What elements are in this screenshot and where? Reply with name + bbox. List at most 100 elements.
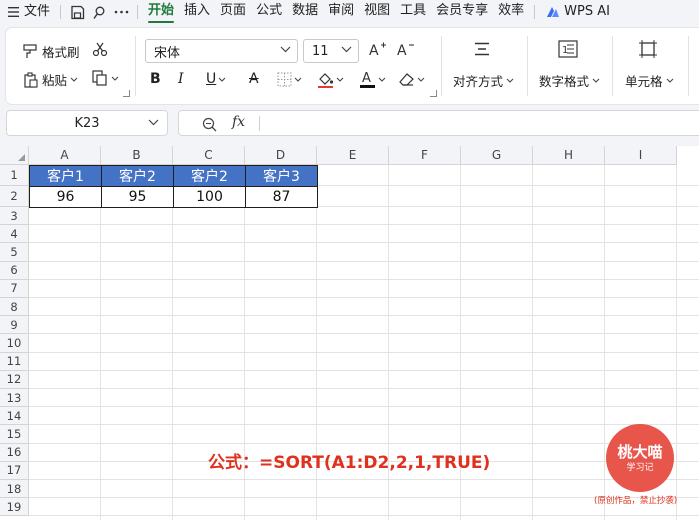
select-all-corner[interactable] [0,146,29,165]
column-header-h[interactable]: H [533,146,605,165]
tab-insert[interactable]: 插入 [179,0,215,24]
cut-button[interactable] [92,42,108,57]
row-header-2[interactable]: 2 [0,186,29,207]
save-icon[interactable] [66,1,88,23]
row-header-14[interactable]: 14 [0,407,29,426]
row-header-1[interactable]: 1 [0,165,29,186]
hamburger-icon [8,7,19,17]
more-icon[interactable] [110,1,132,23]
row-header-8[interactable]: 8 [0,298,29,317]
column-header-c[interactable]: C [173,146,245,165]
file-menu[interactable]: 文件 [0,0,55,24]
column-header-f[interactable]: F [389,146,461,165]
increase-font-icon: A [369,42,386,57]
row-header-4[interactable]: 4 [0,225,29,244]
badge-note: (原创作品，禁止抄袭) [594,496,678,506]
font-size-select[interactable]: 11 [303,39,359,63]
row-header-5[interactable]: 5 [0,243,29,262]
column-header-i[interactable]: I [605,146,677,165]
row-header-17[interactable]: 17 [0,461,29,480]
chevron-down-icon [70,77,78,82]
cells-button[interactable]: 单元格 [625,71,674,90]
insert-function-icon[interactable]: fx [232,114,245,130]
row-header-16[interactable]: 16 [0,443,29,462]
name-box[interactable]: K23 [6,110,168,136]
row-header-7[interactable]: 7 [0,279,29,298]
tab-formulas[interactable]: 公式 [251,0,287,24]
column-header-e[interactable]: E [317,146,389,165]
grid-column-line [172,165,173,520]
font-dialog-launcher[interactable] [430,90,437,97]
row-header-3[interactable]: 3 [0,207,29,226]
decrease-font-button[interactable]: A [397,41,415,57]
row-header-13[interactable]: 13 [0,389,29,408]
underline-button[interactable]: U [206,68,226,90]
column-header-a[interactable]: A [29,146,101,165]
menu-divider [60,5,62,19]
tab-tools[interactable]: 工具 [395,0,431,24]
cell-b2[interactable]: 95 [101,186,174,208]
borders-button[interactable] [277,68,302,90]
increase-font-button[interactable]: A [369,41,387,57]
row-header-19[interactable]: 19 [0,498,29,517]
grid-row-line [29,424,699,426]
grid-row-line [29,406,699,408]
column-header-b[interactable]: B [101,146,173,165]
cell-c1[interactable]: 客户2 [173,165,246,187]
wps-ai-button[interactable]: WPS AI [540,0,615,24]
cells-label: 单元格 [625,74,663,89]
borders-icon [277,72,292,86]
cell-d2[interactable]: 87 [245,186,318,208]
strikethrough-button[interactable]: A [249,68,259,90]
copy-button[interactable] [92,70,119,86]
tab-review[interactable]: 审阅 [323,0,359,24]
cell-c2[interactable]: 100 [173,186,246,208]
paste-button[interactable]: 粘贴 [23,70,78,89]
number-format-label: 数字格式 [539,74,590,89]
row-header-6[interactable]: 6 [0,261,29,280]
clipboard-dialog-launcher[interactable] [123,90,130,97]
number-format-button[interactable]: 数字格式 [539,71,600,90]
cell-b1[interactable]: 客户2 [101,165,174,187]
column-header-g[interactable]: G [461,146,533,165]
column-header-d[interactable]: D [245,146,317,165]
row-header-18[interactable]: 18 [0,480,29,499]
row-header-11[interactable]: 11 [0,352,29,371]
zoom-search-icon[interactable] [202,117,217,132]
italic-icon: I [178,71,184,87]
align-button[interactable]: 对齐方式 [453,71,514,90]
fill-color-button[interactable] [317,68,344,90]
number-format-icon: 1 [558,40,578,58]
chevron-down-icon [218,77,226,82]
font-color-button[interactable]: A [359,68,386,90]
row-header-9[interactable]: 9 [0,316,29,335]
cell-a1[interactable]: 客户1 [29,165,102,187]
formula-divider [259,116,260,131]
align-label: 对齐方式 [453,74,504,89]
tab-home[interactable]: 开始 [143,0,179,24]
formula-input[interactable]: fx [178,110,699,136]
tab-efficiency[interactable]: 效率 [493,0,529,24]
chevron-down-icon [294,77,302,82]
chevron-down-icon [148,119,159,126]
tab-page[interactable]: 页面 [215,0,251,24]
tab-member[interactable]: 会员专享 [431,0,493,24]
tab-data[interactable]: 数据 [287,0,323,24]
ribbon-divider [135,36,136,96]
bold-button[interactable]: B [150,68,161,90]
cell-a2[interactable]: 96 [29,186,102,208]
grid-column-line [604,165,605,520]
format-painter-button[interactable]: 格式刷 [23,42,80,61]
print-preview-icon[interactable] [88,1,110,23]
row-header-15[interactable]: 15 [0,425,29,444]
italic-button[interactable]: I [178,68,184,90]
cell-d1[interactable]: 客户3 [245,165,318,187]
corner-triangle-icon [18,154,25,161]
font-name-select[interactable]: 宋体 [145,39,298,63]
chevron-down-icon [592,78,600,83]
row-header-12[interactable]: 12 [0,370,29,389]
row-header-10[interactable]: 10 [0,334,29,353]
tab-view[interactable]: 视图 [359,0,395,24]
chevron-down-icon [666,78,673,83]
clear-button[interactable] [398,68,425,90]
